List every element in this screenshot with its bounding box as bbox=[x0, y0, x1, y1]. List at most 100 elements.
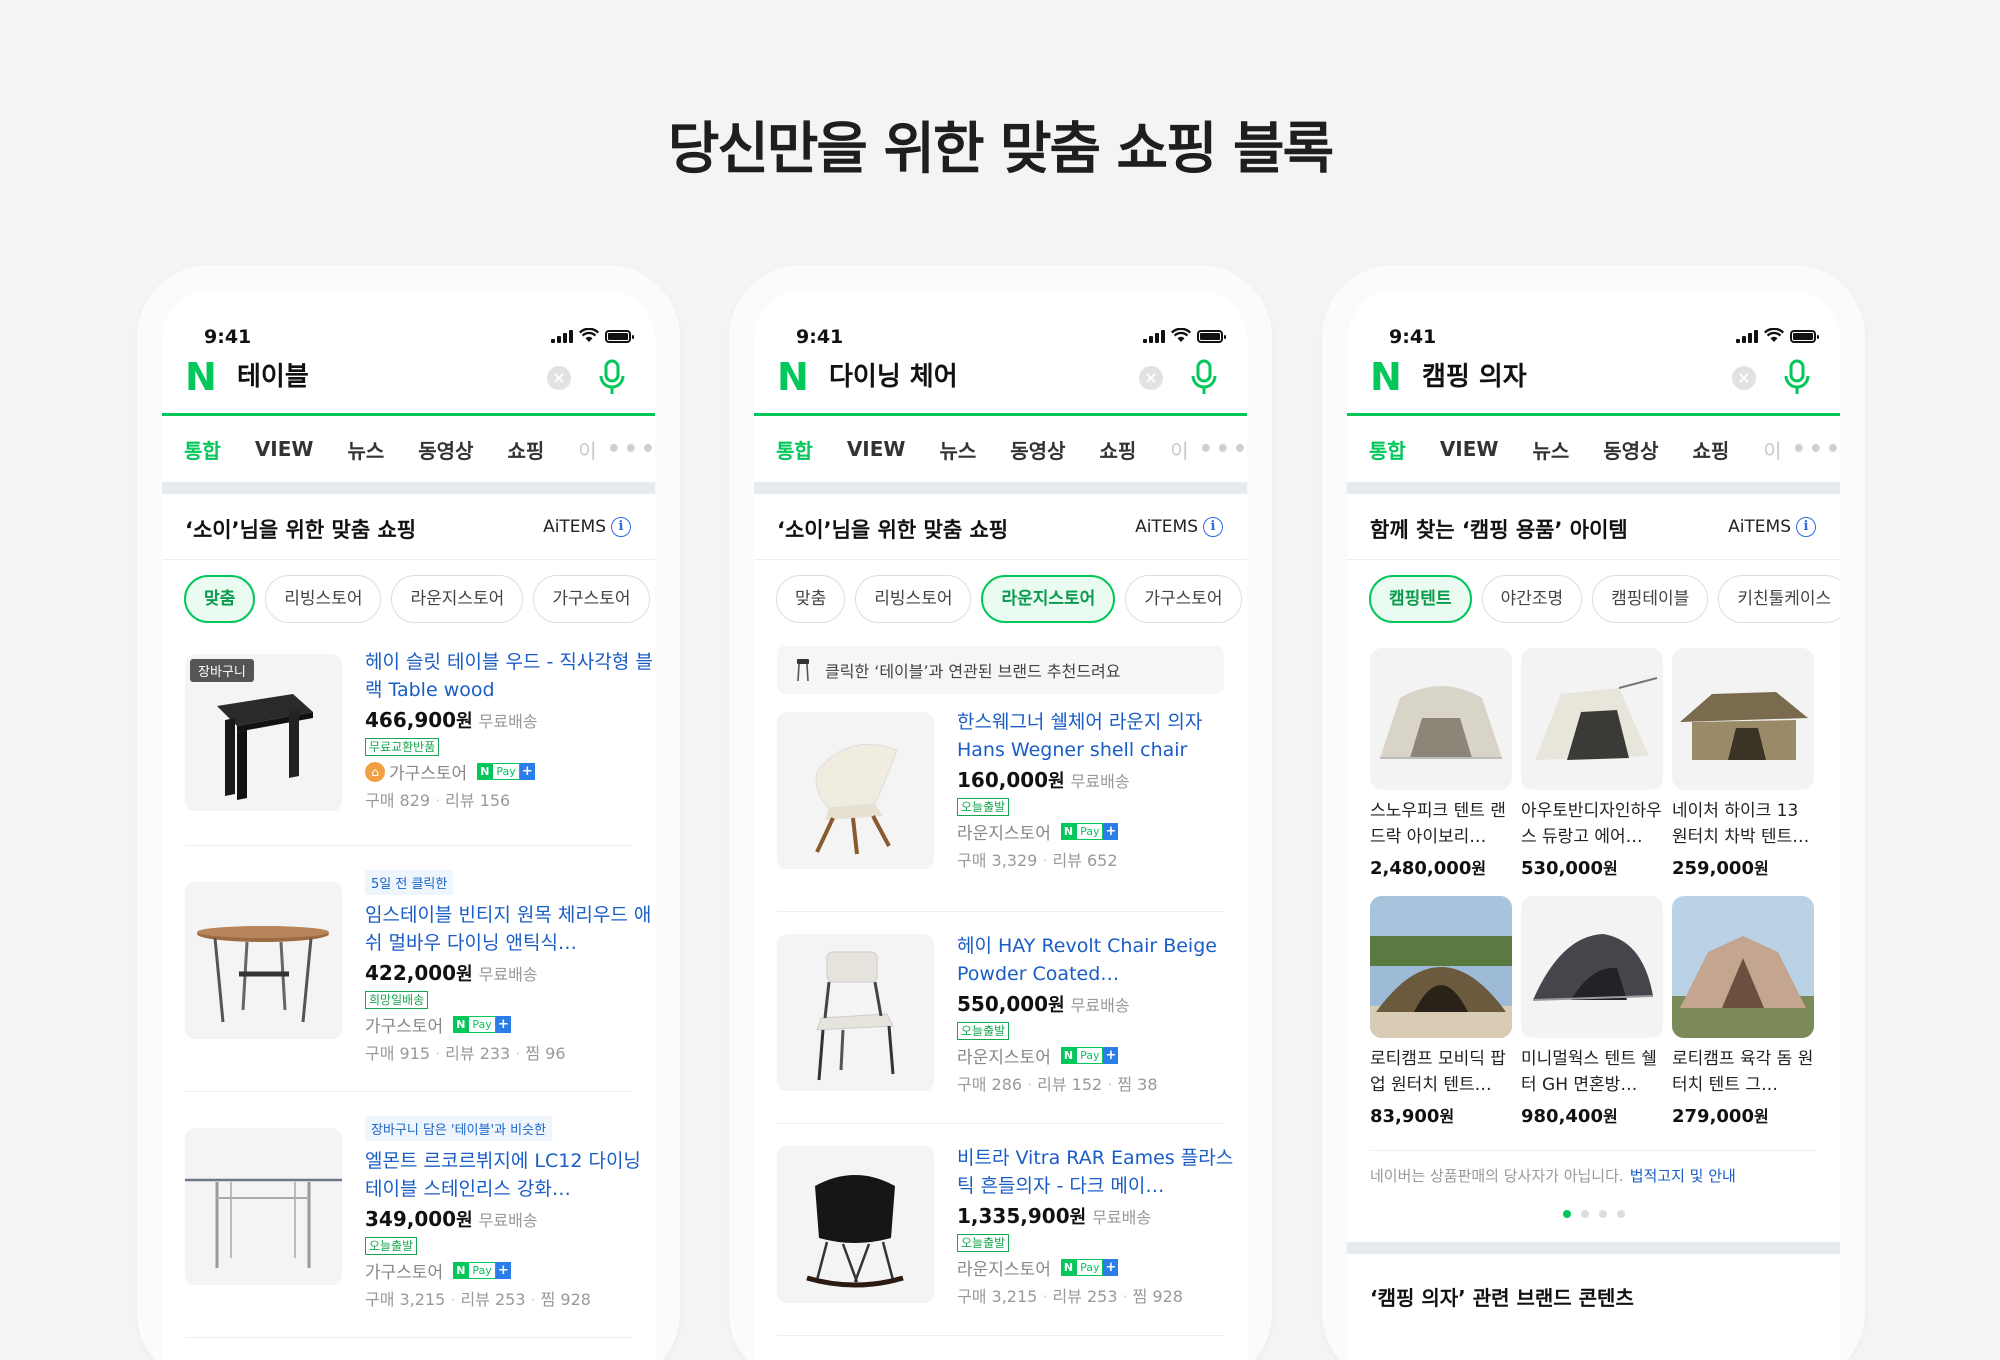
chip-camping-table[interactable]: 캠핑테이블 bbox=[1592, 575, 1709, 623]
legal-link[interactable]: 법적고지 및 안내 bbox=[1630, 1167, 1736, 1185]
search-query[interactable]: 캠핑 의자 bbox=[1422, 360, 1527, 394]
tab-news[interactable]: 뉴스 bbox=[939, 435, 976, 464]
search-query[interactable]: 테이블 bbox=[237, 360, 309, 394]
grid-product[interactable]: 미니멀웍스 텐트 쉘터 GH 면혼방… 980,400원 bbox=[1521, 896, 1663, 1144]
page-dot[interactable] bbox=[1598, 1210, 1607, 1218]
tab-news[interactable]: 뉴스 bbox=[347, 435, 384, 464]
aitems-label[interactable]: AiTEMS i bbox=[543, 517, 631, 537]
product-name[interactable]: 미니멀웍스 텐트 쉘터 GH 면혼방… bbox=[1521, 1046, 1663, 1098]
product-item[interactable]: 한스웨그너 쉘체어 라운지 의자 Hans Wegner shell chair… bbox=[777, 700, 1224, 912]
product-name[interactable]: 로티캠프 육각 돔 원터치 텐트 그… bbox=[1672, 1046, 1814, 1098]
chip-camping-tent[interactable]: 캠핑텐트 bbox=[1369, 575, 1472, 623]
grid-product[interactable]: 로티캠프 육각 돔 원터치 텐트 그… 279,000원 bbox=[1672, 896, 1814, 1144]
tab-view[interactable]: VIEW bbox=[1440, 437, 1499, 461]
store-name[interactable]: 라운지스토어 bbox=[957, 819, 1051, 844]
clear-search-button[interactable]: × bbox=[1732, 366, 1756, 390]
store-name[interactable]: 가구스토어 bbox=[365, 1258, 443, 1283]
product-title[interactable]: 헤이 슬릿 테이블 우드 - 직사각형 블랙 Table wood bbox=[365, 648, 655, 704]
microphone-icon[interactable] bbox=[1782, 359, 1812, 397]
product-image[interactable] bbox=[777, 1146, 934, 1303]
aitems-label[interactable]: AiTEMS i bbox=[1728, 517, 1816, 537]
store-name[interactable]: 라운지스토어 bbox=[957, 1255, 1051, 1280]
info-icon[interactable]: i bbox=[611, 517, 631, 537]
tab-shopping[interactable]: 쇼핑 bbox=[507, 435, 544, 464]
tab-shopping[interactable]: 쇼핑 bbox=[1099, 435, 1136, 464]
grid-product[interactable]: 스노우피크 텐트 랜드락 아이보리… 2,480,000원 bbox=[1370, 648, 1512, 896]
chip-furniture-store[interactable]: 가구스토어 bbox=[1125, 575, 1242, 623]
product-name[interactable]: 로티캠프 모비딕 팝업 원터치 텐트… bbox=[1370, 1046, 1512, 1098]
naver-logo-icon[interactable]: N bbox=[1370, 358, 1403, 396]
clear-search-button[interactable]: × bbox=[547, 366, 571, 390]
more-tabs-icon[interactable]: ••• bbox=[1792, 437, 1840, 462]
grid-product[interactable]: 네이처 하이크 13 원터치 차박 텐트… 259,000원 bbox=[1672, 648, 1814, 896]
tab-image[interactable]: 이 bbox=[578, 435, 596, 464]
page-dot[interactable] bbox=[1580, 1210, 1589, 1218]
clear-search-button[interactable]: × bbox=[1139, 366, 1163, 390]
tab-integrated[interactable]: 통합 bbox=[776, 435, 813, 464]
more-tabs-icon[interactable]: ••• bbox=[1199, 437, 1247, 462]
microphone-icon[interactable] bbox=[1189, 359, 1219, 397]
product-image[interactable] bbox=[185, 1128, 342, 1285]
product-image[interactable]: 장바구니 bbox=[185, 654, 342, 811]
store-name[interactable]: 가구스토어 bbox=[365, 1012, 443, 1037]
info-icon[interactable]: i bbox=[1796, 517, 1816, 537]
chip-lounge-store[interactable]: 라운지스토어 bbox=[981, 575, 1116, 623]
chip-furniture-store[interactable]: 가구스토어 bbox=[533, 575, 650, 623]
page-dot[interactable] bbox=[1616, 1210, 1625, 1218]
product-title[interactable]: 헤이 HAY Revolt Chair Beige Powder Coated… bbox=[957, 932, 1247, 988]
store-name[interactable]: 가구스토어 bbox=[389, 759, 467, 784]
tab-video[interactable]: 동영상 bbox=[1010, 435, 1065, 464]
chip-kitchen-tool-case[interactable]: 키친툴케이스 bbox=[1718, 575, 1840, 623]
product-image[interactable] bbox=[1521, 896, 1663, 1038]
chip-living-store[interactable]: 리빙스토어 bbox=[265, 575, 382, 623]
microphone-icon[interactable] bbox=[597, 359, 627, 397]
chip-living-store[interactable]: 리빙스토어 bbox=[855, 575, 972, 623]
chip-night-light[interactable]: 야간조명 bbox=[1481, 575, 1583, 623]
grid-product[interactable]: 로티캠프 모비딕 팝업 원터치 텐트… 83,900원 bbox=[1370, 896, 1512, 1144]
product-title[interactable]: 엘몬트 르코르뷔지에 LC12 다이닝 테이블 스테인리스 강화… bbox=[365, 1147, 655, 1203]
product-name[interactable]: 네이처 하이크 13 원터치 차박 텐트… bbox=[1672, 798, 1814, 850]
tab-image[interactable]: 이 bbox=[1763, 435, 1781, 464]
tab-view[interactable]: VIEW bbox=[255, 437, 314, 461]
tab-integrated[interactable]: 통합 bbox=[184, 435, 221, 464]
product-image[interactable] bbox=[777, 934, 934, 1091]
product-name[interactable]: 스노우피크 텐트 랜드락 아이보리… bbox=[1370, 798, 1512, 850]
product-image[interactable] bbox=[1672, 896, 1814, 1038]
search-bar[interactable]: N 테이블 × bbox=[162, 358, 655, 416]
tab-shopping[interactable]: 쇼핑 bbox=[1692, 435, 1729, 464]
tab-image[interactable]: 이 bbox=[1170, 435, 1188, 464]
grid-product[interactable]: 아우토반디자인하우스 듀랑고 에어… 530,000원 bbox=[1521, 648, 1663, 896]
product-item[interactable]: 장바구니 헤이 슬릿 테이블 우드 - 직사각형 블랙 Table wood 4… bbox=[185, 638, 653, 846]
product-image[interactable] bbox=[1370, 648, 1512, 790]
chip-lounge-store[interactable]: 라운지스토어 bbox=[391, 575, 524, 623]
tab-news[interactable]: 뉴스 bbox=[1532, 435, 1569, 464]
product-item[interactable]: 헤이 HAY Revolt Chair Beige Powder Coated…… bbox=[777, 912, 1224, 1124]
product-title[interactable]: 비트라 Vitra RAR Eames 플라스틱 흔들의자 - 다크 메이… bbox=[957, 1144, 1247, 1200]
product-title[interactable]: 임스테이블 빈티지 원목 체리우드 애쉬 멀바우 다이닝 앤틱식… bbox=[365, 901, 655, 957]
chip-custom[interactable]: 맞춤 bbox=[184, 575, 256, 623]
naver-logo-icon[interactable]: N bbox=[777, 358, 810, 396]
tab-video[interactable]: 동영상 bbox=[1603, 435, 1658, 464]
product-item[interactable]: 5일 전 클릭한 임스테이블 빈티지 원목 체리우드 애쉬 멀바우 다이닝 앤틱… bbox=[185, 846, 651, 1092]
product-title[interactable]: 한스웨그너 쉘체어 라운지 의자 Hans Wegner shell chair bbox=[957, 708, 1247, 764]
product-image[interactable] bbox=[1672, 648, 1814, 790]
aitems-label[interactable]: AiTEMS i bbox=[1135, 517, 1223, 537]
tab-integrated[interactable]: 통합 bbox=[1369, 435, 1406, 464]
info-icon[interactable]: i bbox=[1203, 517, 1223, 537]
product-name[interactable]: 아우토반디자인하우스 듀랑고 에어… bbox=[1521, 798, 1663, 850]
product-image[interactable] bbox=[777, 712, 934, 869]
naver-logo-icon[interactable]: N bbox=[185, 358, 218, 396]
tab-video[interactable]: 동영상 bbox=[418, 435, 473, 464]
chip-custom[interactable]: 맞춤 bbox=[776, 575, 846, 623]
more-tabs-icon[interactable]: ••• bbox=[607, 437, 655, 462]
product-image[interactable] bbox=[185, 882, 342, 1039]
product-item[interactable]: 장바구니 담은 '테이블'과 비슷한 엘몬트 르코르뷔지에 LC12 다이닝 테… bbox=[185, 1092, 641, 1338]
search-query[interactable]: 다이닝 체어 bbox=[829, 360, 958, 394]
tab-view[interactable]: VIEW bbox=[847, 437, 906, 461]
product-item[interactable]: 비트라 Vitra RAR Eames 플라스틱 흔들의자 - 다크 메이… 1… bbox=[777, 1124, 1233, 1336]
store-name[interactable]: 라운지스토어 bbox=[957, 1043, 1051, 1068]
product-image[interactable] bbox=[1521, 648, 1663, 790]
search-bar[interactable]: N 캠핑 의자 × bbox=[1347, 358, 1840, 416]
search-bar[interactable]: N 다이닝 체어 × bbox=[754, 358, 1247, 416]
product-image[interactable] bbox=[1370, 896, 1512, 1038]
